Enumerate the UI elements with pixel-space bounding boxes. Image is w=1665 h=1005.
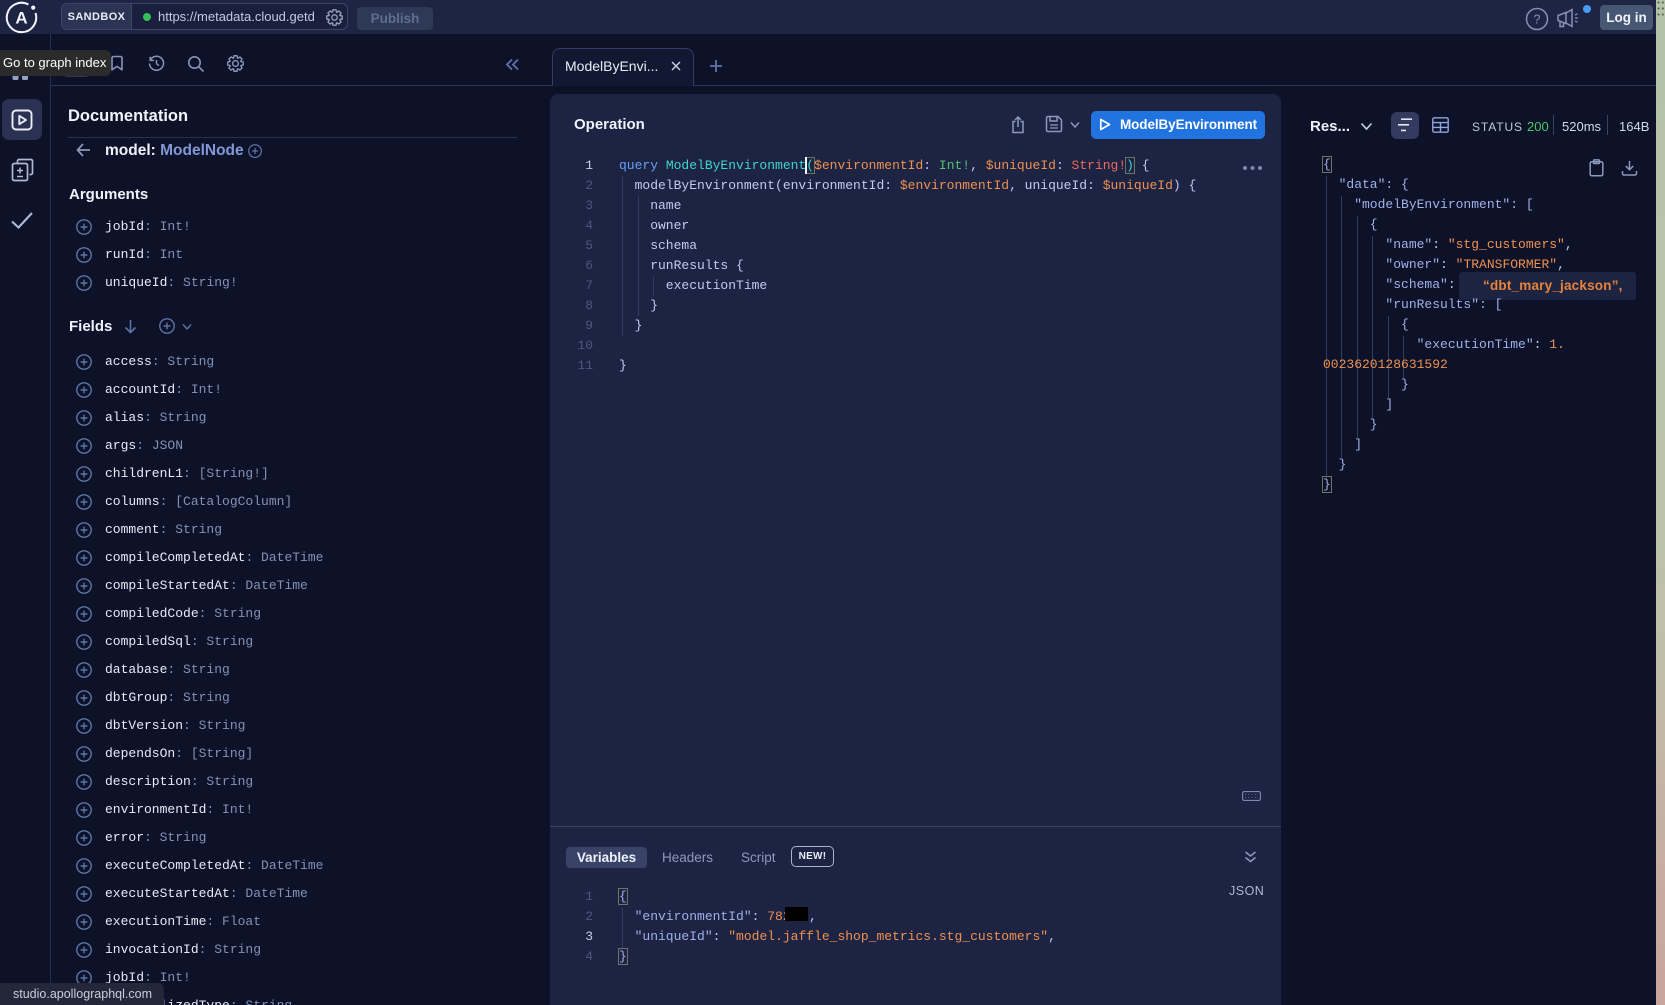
svg-text:?: ? — [1534, 13, 1541, 27]
svg-text:A: A — [15, 9, 27, 28]
